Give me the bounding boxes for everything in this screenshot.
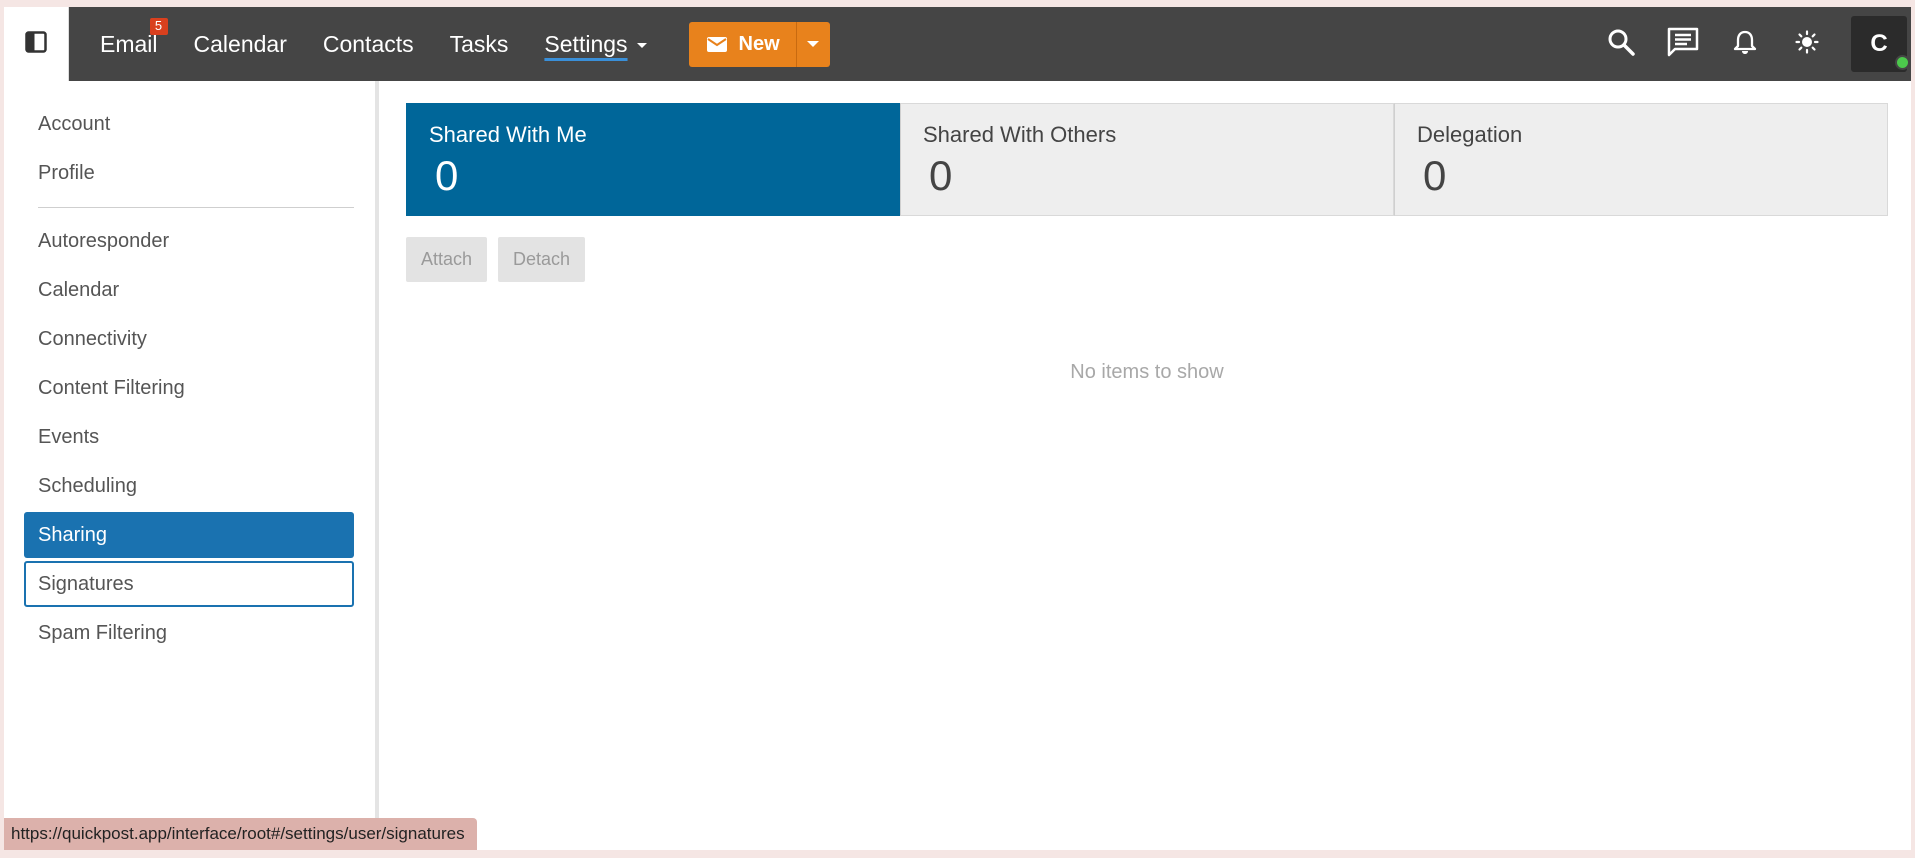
app-window: Email 5 Calendar Contacts Tasks Settings: [4, 7, 1911, 850]
sidebar-item-spam-filtering[interactable]: Spam Filtering: [24, 610, 354, 656]
envelope-icon: [706, 36, 727, 52]
nav-contacts-label: Contacts: [322, 31, 414, 57]
card-count: 0: [929, 152, 953, 199]
presence-indicator: [1895, 55, 1910, 70]
notifications-button[interactable]: [1727, 26, 1763, 62]
chevron-down-icon: [636, 43, 647, 49]
sidebar-item-connectivity[interactable]: Connectivity: [24, 316, 354, 362]
detach-button[interactable]: Detach: [498, 237, 586, 282]
theme-toggle-button[interactable]: [1789, 26, 1825, 62]
action-bar: Attach Detach: [406, 237, 596, 282]
sidebar-item-profile[interactable]: Profile: [24, 150, 354, 196]
nav-tasks-label: Tasks: [449, 31, 509, 57]
card-count: 0: [1423, 152, 1447, 199]
empty-state-message: No items to show: [1070, 361, 1224, 383]
sidebar-item-signatures[interactable]: Signatures: [24, 561, 354, 607]
shared-with-me-card[interactable]: Shared With Me 0: [406, 103, 900, 216]
chevron-down-icon: [807, 41, 820, 47]
nav-tasks[interactable]: Tasks: [450, 7, 509, 81]
sidebar-item-autoresponder[interactable]: Autoresponder: [24, 218, 354, 264]
nav-email-label: Email: [100, 31, 158, 57]
attach-button[interactable]: Attach: [406, 237, 488, 282]
new-dropdown-button[interactable]: [795, 21, 830, 67]
new-button-label: New: [738, 32, 780, 55]
sun-icon: [1795, 29, 1819, 59]
settings-sidebar: Account Profile Autoresponder Calendar C…: [4, 81, 379, 850]
main-content: Shared With Me 0 Shared With Others 0 De…: [383, 81, 1911, 850]
top-right-icons: C: [1603, 7, 1911, 81]
user-avatar[interactable]: C: [1851, 16, 1910, 72]
card-title: Shared With Me: [429, 122, 587, 147]
card-title: Delegation: [1417, 122, 1523, 147]
nav-settings-label: Settings: [544, 31, 628, 57]
sidebar-toggle-icon: [25, 30, 47, 58]
nav-calendar[interactable]: Calendar: [194, 7, 287, 81]
new-button[interactable]: New: [688, 21, 796, 67]
unread-badge: 5: [149, 18, 168, 35]
sidebar-item-account[interactable]: Account: [24, 101, 354, 147]
sharing-summary-cards: Shared With Me 0 Shared With Others 0 De…: [406, 103, 1888, 216]
avatar-initial: C: [1870, 30, 1888, 57]
card-count: 0: [435, 152, 459, 199]
sidebar-item-calendar[interactable]: Calendar: [24, 267, 354, 313]
bell-icon: [1733, 29, 1757, 60]
nav-email[interactable]: Email 5: [100, 7, 168, 81]
chat-button[interactable]: [1665, 26, 1701, 62]
nav-calendar-label: Calendar: [193, 31, 287, 57]
sidebar-toggle-button[interactable]: [4, 7, 69, 81]
top-bar: Email 5 Calendar Contacts Tasks Settings: [4, 7, 1911, 81]
search-icon: [1607, 28, 1635, 61]
status-url-bar: https://quickpost.app/interface/root#/se…: [4, 818, 477, 850]
sidebar-item-sharing[interactable]: Sharing: [24, 512, 354, 558]
shared-with-others-card[interactable]: Shared With Others 0: [900, 103, 1394, 216]
sidebar-item-content-filtering[interactable]: Content Filtering: [24, 365, 354, 411]
card-title: Shared With Others: [923, 122, 1117, 147]
sidebar-divider: [38, 207, 354, 208]
main-nav: Email 5 Calendar Contacts Tasks Settings: [100, 7, 830, 81]
chat-icon: [1667, 27, 1699, 62]
nav-contacts[interactable]: Contacts: [323, 7, 414, 81]
nav-settings[interactable]: Settings: [544, 7, 647, 81]
sidebar-item-events[interactable]: Events: [24, 414, 354, 460]
delegation-card[interactable]: Delegation 0: [1394, 103, 1888, 216]
new-button-group: New: [688, 21, 830, 67]
sidebar-item-scheduling[interactable]: Scheduling: [24, 463, 354, 509]
search-button[interactable]: [1603, 26, 1639, 62]
